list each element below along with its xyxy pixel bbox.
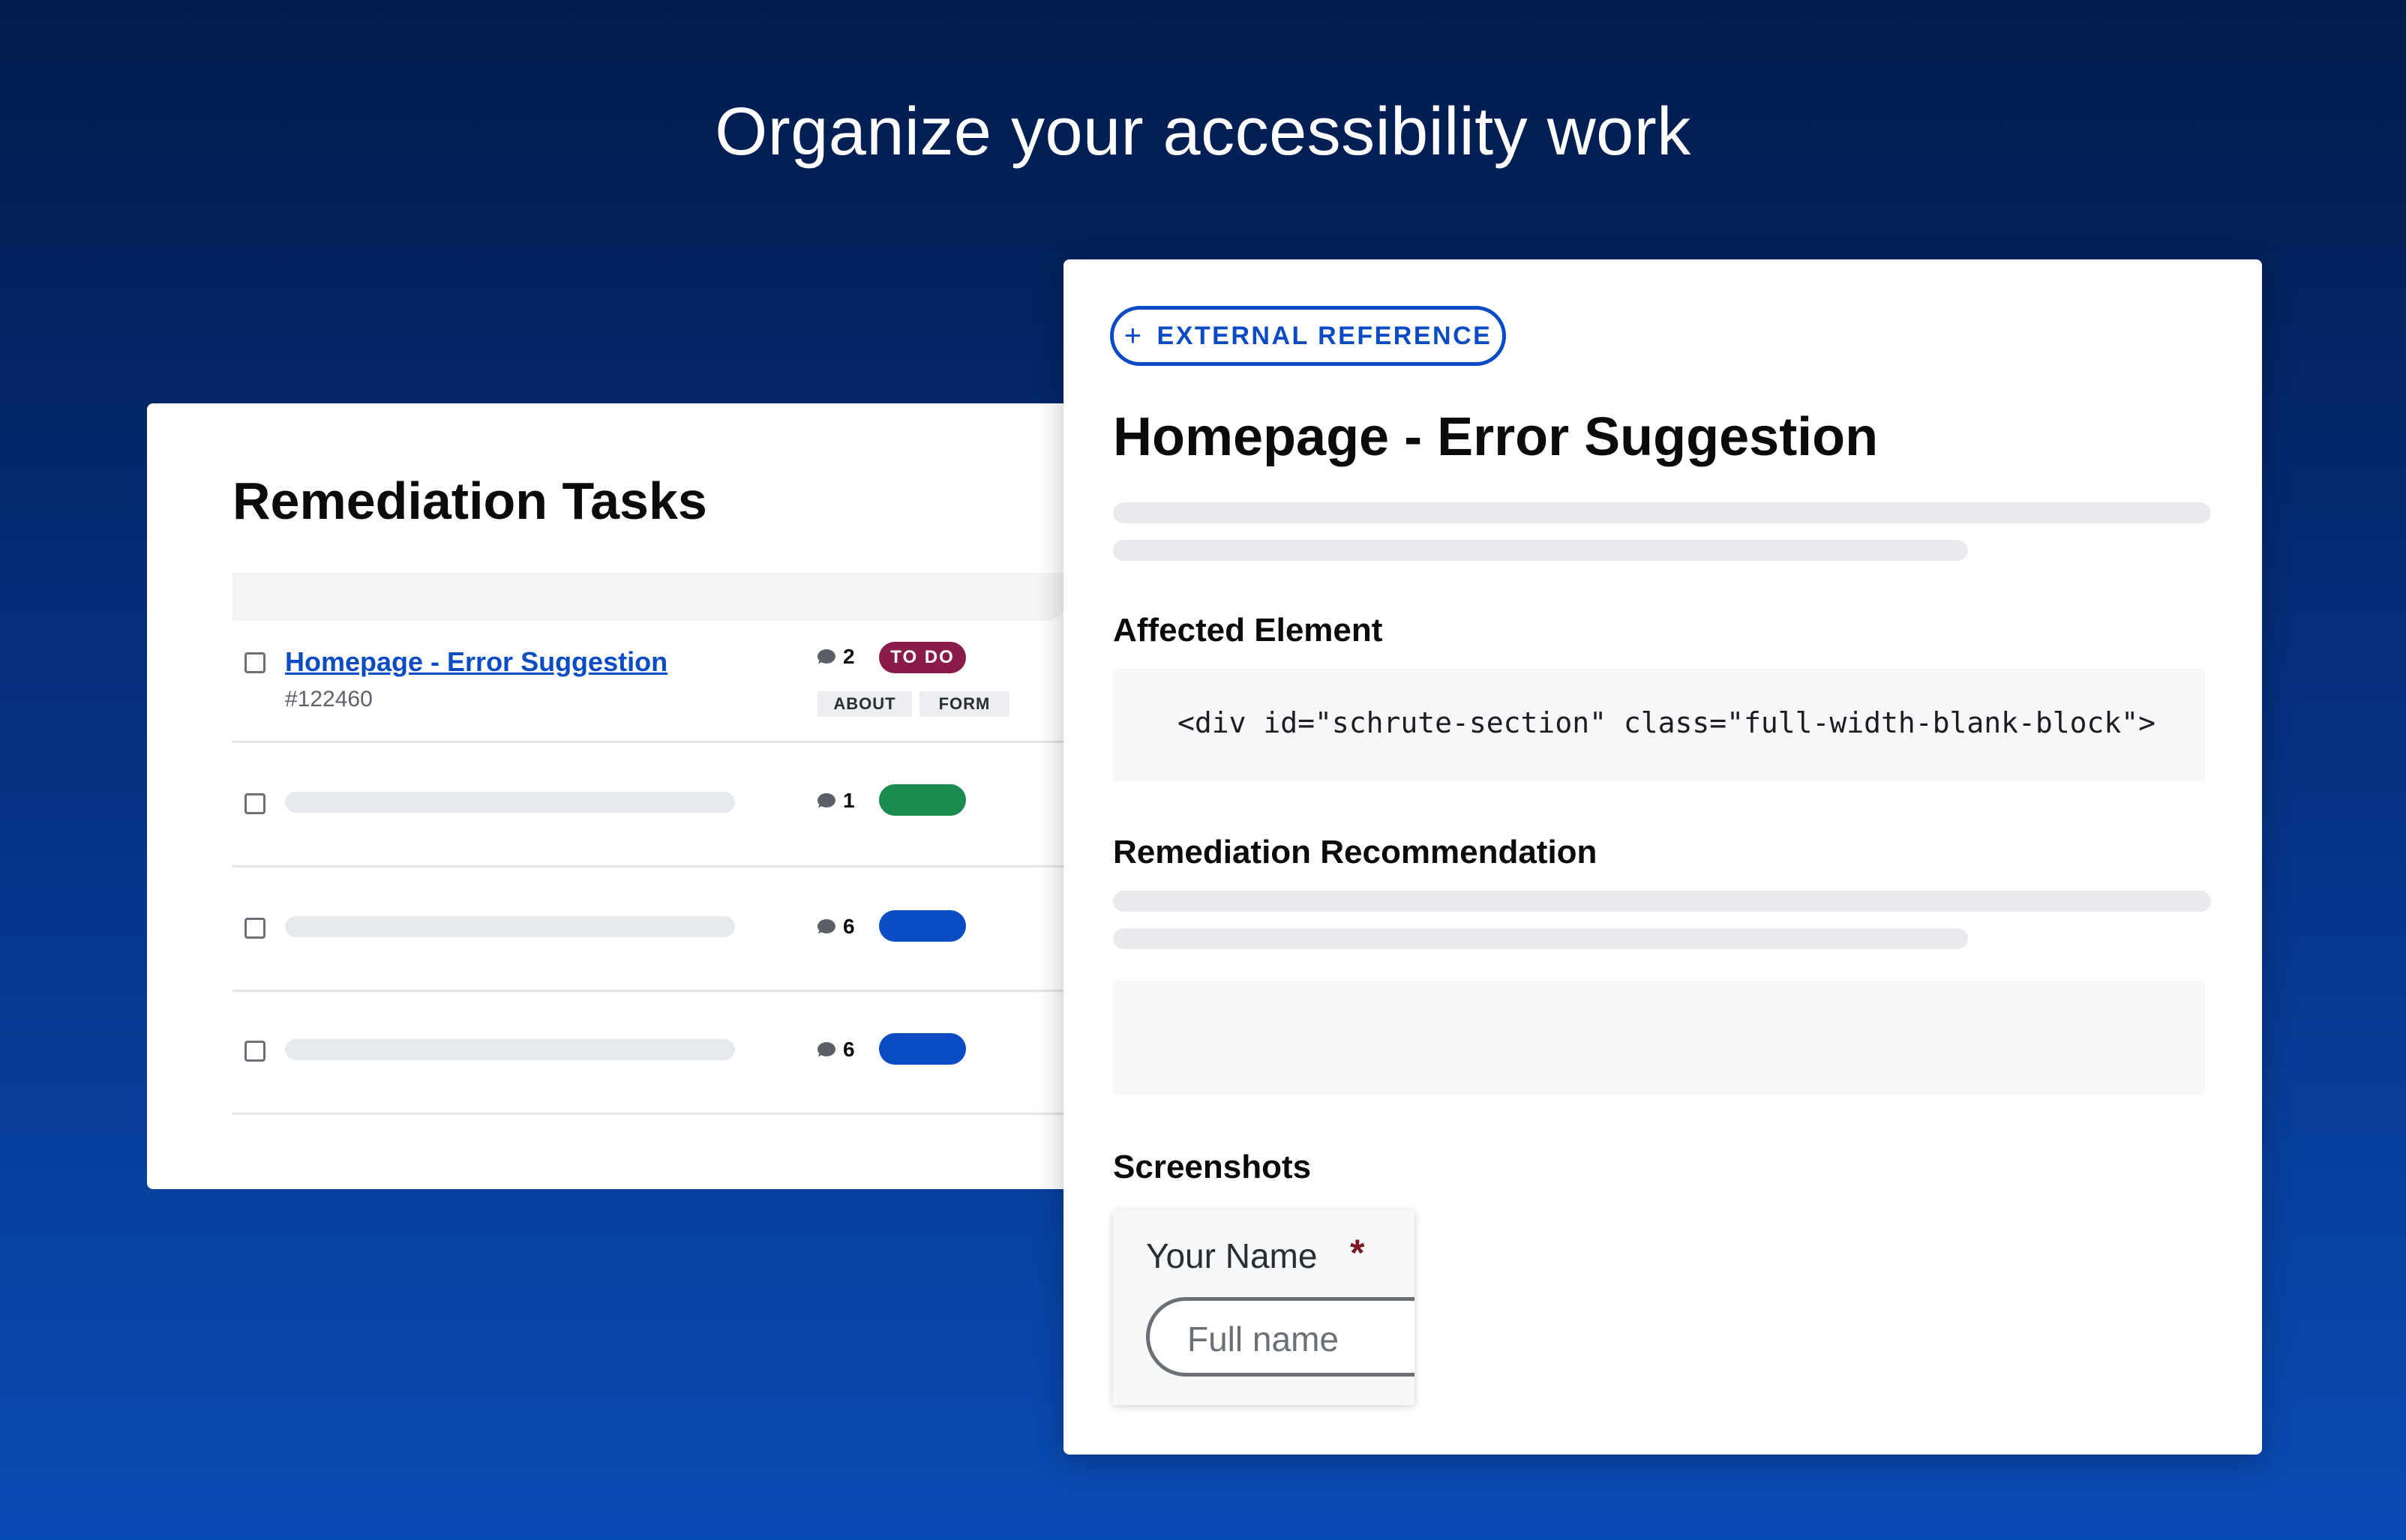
recommendation-code-placeholder xyxy=(1113,981,2205,1095)
screenshot-input-placeholder: Full name xyxy=(1187,1320,1339,1359)
comment-count-value: 1 xyxy=(843,789,855,812)
comment-icon xyxy=(818,793,836,810)
description-placeholder-line xyxy=(1113,540,1968,561)
detail-title: Homepage - Error Suggestion xyxy=(1113,407,1879,467)
comment-count: 6 xyxy=(818,915,855,939)
comment-count: 6 xyxy=(818,1038,855,1062)
comment-icon xyxy=(818,649,836,666)
task-detail-card: + EXTERNAL REFERENCE Homepage - Error Su… xyxy=(1064,259,2262,1455)
table-row[interactable]: Homepage - Error Suggestion #122460 2 TO… xyxy=(232,621,1080,743)
recommendation-placeholder-line xyxy=(1113,928,1968,949)
screenshot-thumbnail[interactable]: Your Name * Full name xyxy=(1113,1210,1414,1405)
affected-element-code: <div id="schrute-section" class="full-wi… xyxy=(1178,706,2156,739)
external-reference-button[interactable]: + EXTERNAL REFERENCE xyxy=(1110,306,1506,366)
recommendation-placeholder-line xyxy=(1113,891,2211,912)
title-placeholder xyxy=(285,916,735,937)
comment-count-value: 6 xyxy=(843,915,855,938)
screenshot-field-label: Your Name xyxy=(1146,1236,1318,1275)
row-checkbox[interactable] xyxy=(244,652,266,673)
screenshot-name-input: Full name xyxy=(1146,1297,1414,1377)
status-badge: TO DO xyxy=(879,642,966,673)
comment-count: 2 xyxy=(818,645,855,669)
remediation-tasks-card: Remediation Tasks Homepage - Error Sugge… xyxy=(147,403,1080,1189)
tasks-title: Remediation Tasks xyxy=(232,472,707,530)
comment-count: 1 xyxy=(818,789,855,813)
task-title-link[interactable]: Homepage - Error Suggestion xyxy=(285,646,668,678)
screenshots-heading: Screenshots xyxy=(1113,1149,1312,1185)
status-badge xyxy=(879,784,966,816)
table-row[interactable]: 6 xyxy=(232,990,1080,1115)
headline: Organize your accessibility work xyxy=(715,94,1691,169)
affected-element-heading: Affected Element xyxy=(1113,612,1383,649)
title-placeholder xyxy=(285,1039,735,1060)
tag-form: FORM xyxy=(920,691,1010,717)
row-checkbox[interactable] xyxy=(244,793,266,814)
required-marker: * xyxy=(1350,1232,1365,1274)
description-placeholder-line xyxy=(1113,502,2211,523)
external-reference-label: EXTERNAL REFERENCE xyxy=(1156,321,1492,350)
table-header xyxy=(232,573,1080,621)
table-row[interactable]: 6 xyxy=(232,865,1080,992)
table-row[interactable]: 1 xyxy=(232,741,1080,867)
row-checkbox[interactable] xyxy=(244,1041,266,1062)
comment-icon xyxy=(818,919,836,936)
affected-element-code-block: <div id="schrute-section" class="full-wi… xyxy=(1113,669,2205,781)
task-id: #122460 xyxy=(285,687,373,712)
title-placeholder xyxy=(285,792,735,813)
status-badge xyxy=(879,1033,966,1065)
comment-count-value: 6 xyxy=(843,1038,855,1061)
comment-count-value: 2 xyxy=(843,645,855,668)
remediation-recommendation-heading: Remediation Recommendation xyxy=(1113,834,1598,870)
row-checkbox[interactable] xyxy=(244,918,266,939)
comment-icon xyxy=(818,1042,836,1059)
plus-icon: + xyxy=(1124,319,1144,352)
status-badge xyxy=(879,910,966,942)
tag-about: ABOUT xyxy=(818,691,912,717)
